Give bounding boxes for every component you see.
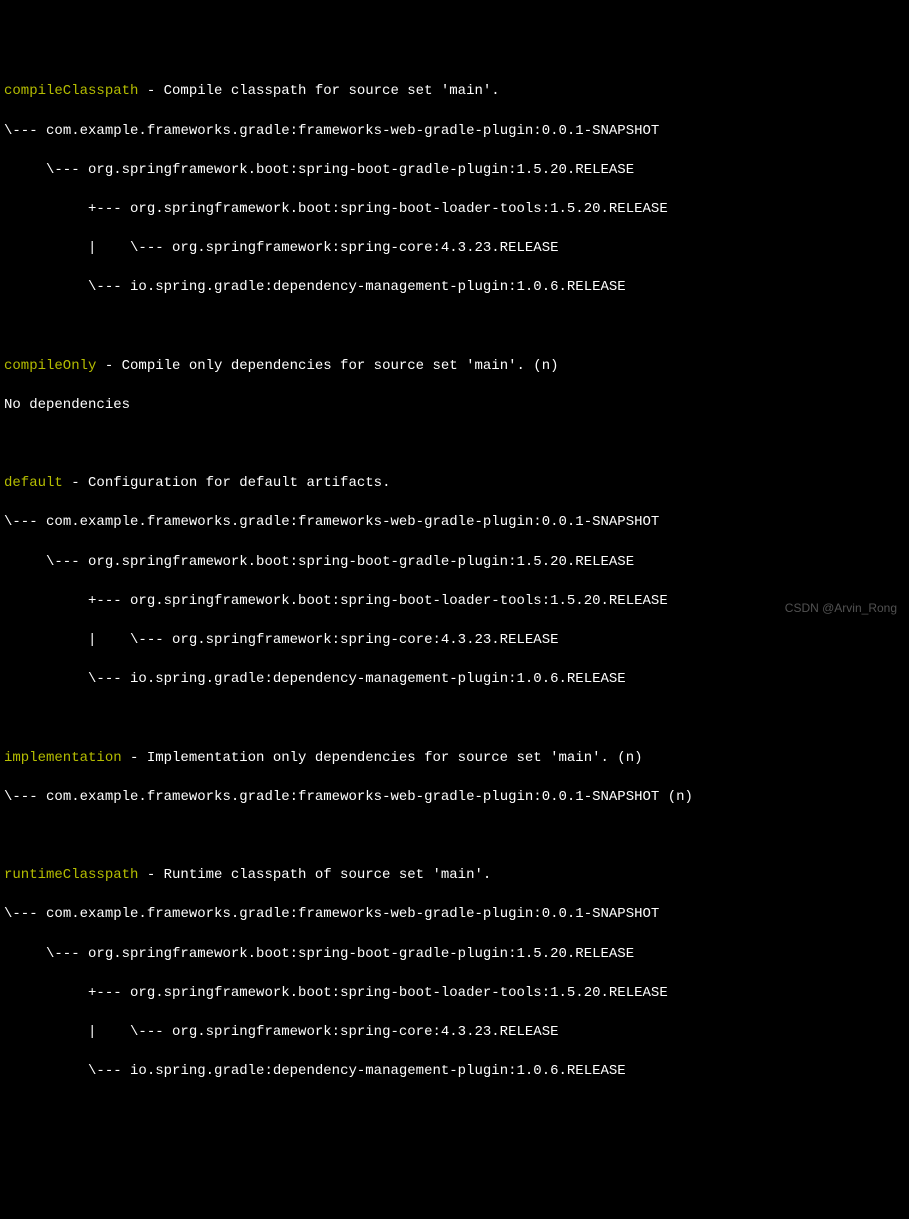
config-name: compileClasspath — [4, 83, 138, 99]
watermark: CSDN @Arvin_Rong — [785, 600, 897, 617]
dep-line: \--- org.springframework.boot:spring-boo… — [4, 945, 905, 965]
config-desc: - Compile only dependencies for source s… — [96, 358, 558, 374]
dep-line: \--- io.spring.gradle:dependency-managem… — [4, 1062, 905, 1082]
config-header-compile-only: compileOnly - Compile only dependencies … — [4, 357, 905, 377]
dep-line: | \--- org.springframework:spring-core:4… — [4, 239, 905, 259]
config-header-compile-classpath: compileClasspath - Compile classpath for… — [4, 82, 905, 102]
dep-line: \--- io.spring.gradle:dependency-managem… — [4, 278, 905, 298]
config-name: runtimeClasspath — [4, 867, 138, 883]
config-desc: - Configuration for default artifacts. — [63, 475, 391, 491]
dep-line: +--- org.springframework.boot:spring-boo… — [4, 200, 905, 220]
config-header-default: default - Configuration for default arti… — [4, 474, 905, 494]
blank-line — [4, 435, 905, 455]
config-header-implementation: implementation - Implementation only dep… — [4, 749, 905, 769]
config-desc: - Runtime classpath of source set 'main'… — [138, 867, 491, 883]
dep-line: | \--- org.springframework:spring-core:4… — [4, 631, 905, 651]
dep-line: \--- io.spring.gradle:dependency-managem… — [4, 670, 905, 690]
config-name: implementation — [4, 750, 122, 766]
dep-line: \--- com.example.frameworks.gradle:frame… — [4, 513, 905, 533]
blank-line — [4, 709, 905, 729]
dep-line: \--- com.example.frameworks.gradle:frame… — [4, 122, 905, 142]
config-name: compileOnly — [4, 358, 96, 374]
blank-line — [4, 318, 905, 338]
dep-line: | \--- org.springframework:spring-core:4… — [4, 1023, 905, 1043]
dep-line: \--- org.springframework.boot:spring-boo… — [4, 553, 905, 573]
config-header-runtime-classpath: runtimeClasspath - Runtime classpath of … — [4, 866, 905, 886]
dep-line: +--- org.springframework.boot:spring-boo… — [4, 592, 905, 612]
dep-line: \--- org.springframework.boot:spring-boo… — [4, 161, 905, 181]
dep-line: \--- com.example.frameworks.gradle:frame… — [4, 905, 905, 925]
config-name: default — [4, 475, 63, 491]
dep-line: \--- com.example.frameworks.gradle:frame… — [4, 788, 905, 808]
dep-line: +--- org.springframework.boot:spring-boo… — [4, 984, 905, 1004]
config-desc: - Implementation only dependencies for s… — [122, 750, 643, 766]
blank-line — [4, 827, 905, 847]
no-deps: No dependencies — [4, 396, 905, 416]
config-desc: - Compile classpath for source set 'main… — [138, 83, 499, 99]
